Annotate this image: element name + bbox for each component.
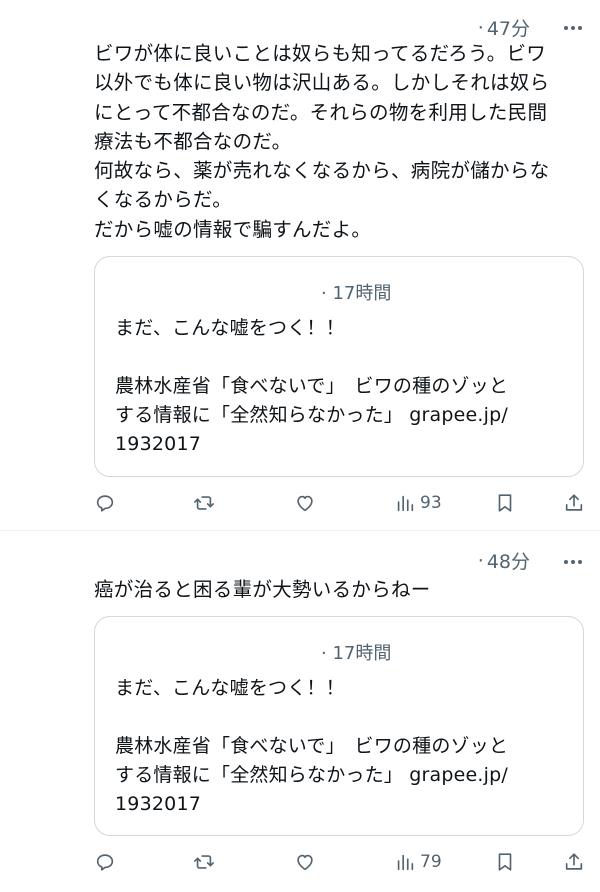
post-timestamp[interactable]: · 48分 xyxy=(478,547,530,574)
views-icon xyxy=(397,854,414,871)
retweet-icon xyxy=(194,496,214,510)
bookmark-icon xyxy=(498,853,512,871)
bookmark-button[interactable] xyxy=(494,845,516,879)
post-timestamp[interactable]: · 47分 xyxy=(478,14,530,41)
like-icon xyxy=(297,495,313,512)
reply-icon xyxy=(96,495,114,512)
views-button[interactable]: 93 xyxy=(394,486,442,520)
share-icon xyxy=(565,494,583,511)
retweet-button[interactable] xyxy=(193,845,215,879)
quoted-post-text: まだ、こんな嘘をつく！！ 農林水産省「食べないで」 ビワの種のゾッと する情報に… xyxy=(115,317,509,455)
quoted-post[interactable]: · 17時間 まだ、こんな嘘をつく！！ 農林水産省「食べないで」 ビワの種のゾッ… xyxy=(94,256,584,477)
like-icon xyxy=(297,854,313,871)
share-icon xyxy=(565,853,583,870)
views-icon xyxy=(397,495,414,512)
quoted-post-time: · 17時間 xyxy=(321,643,392,664)
reply-button[interactable] xyxy=(94,845,116,879)
views-button[interactable]: 79 xyxy=(394,845,442,879)
views-count: 79 xyxy=(420,852,442,872)
share-button[interactable] xyxy=(563,845,585,879)
separator-dot: · xyxy=(477,549,484,572)
more-icon[interactable] xyxy=(564,26,582,30)
quoted-time-text: 17時間 xyxy=(332,643,392,664)
post-text: ビワが体に良いことは奴らも知ってるだろう。ビワ 以外でも体に良い物は沢山ある。し… xyxy=(94,42,550,241)
like-button[interactable] xyxy=(294,486,316,520)
quoted-post-time: · 17時間 xyxy=(321,283,392,304)
bookmark-icon xyxy=(498,494,512,512)
separator-dot: · xyxy=(477,16,484,39)
views-count: 93 xyxy=(420,493,442,513)
quoted-time-text: 17時間 xyxy=(332,283,392,304)
post-time: 47分 xyxy=(486,18,530,40)
retweet-button[interactable] xyxy=(193,486,215,520)
reply-button[interactable] xyxy=(94,486,116,520)
post-time: 48分 xyxy=(486,551,530,573)
post[interactable]: · 47分 ビワが体に良いことは奴らも知ってるだろう。ビワ 以外でも体に良い物は… xyxy=(0,0,600,530)
share-button[interactable] xyxy=(563,486,585,520)
post-text: 癌が治ると困る輩が大勢いるからねー xyxy=(94,578,431,601)
action-bar: 93 xyxy=(0,486,600,520)
post[interactable]: · 48分 癌が治ると困る輩が大勢いるからねー · 17時間 まだ、こんな嘘をつ… xyxy=(0,531,600,892)
reply-icon xyxy=(96,854,114,871)
more-icon[interactable] xyxy=(564,560,582,564)
retweet-icon xyxy=(194,855,214,869)
quoted-post[interactable]: · 17時間 まだ、こんな嘘をつく！！ 農林水産省「食べないで」 ビワの種のゾッ… xyxy=(94,616,584,836)
action-bar: 79 xyxy=(0,845,600,879)
bookmark-button[interactable] xyxy=(494,486,516,520)
quoted-post-text: まだ、こんな嘘をつく！！ 農林水産省「食べないで」 ビワの種のゾッと する情報に… xyxy=(115,677,509,815)
like-button[interactable] xyxy=(294,845,316,879)
